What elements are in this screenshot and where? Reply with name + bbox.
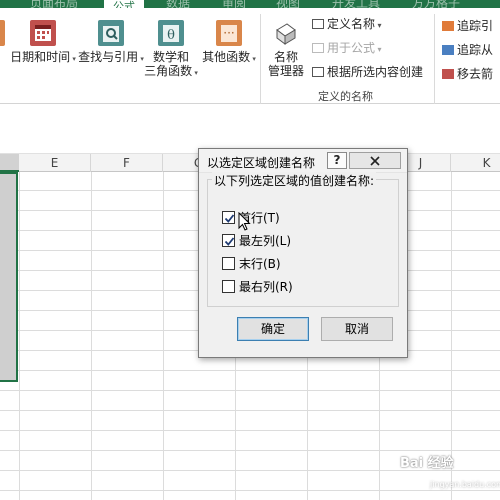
ribbon-tab-strip: 页面布局 公式 数据 审阅 视图 开发工具 方方格子 — [0, 0, 500, 13]
remove-arrows-icon — [442, 69, 454, 79]
options-group: 以下列选定区域的值创建名称: 首行(T) 最左列(L) 末行(B) 最右列(R) — [207, 172, 399, 307]
ribbon-separator — [434, 14, 435, 104]
mouse-cursor-icon — [238, 212, 251, 231]
name-manager-label-line2: 管理器 — [267, 64, 304, 78]
trace-dependents-label: 追踪从 — [457, 43, 494, 57]
defined-names-group-label: 定义的名称 — [318, 90, 373, 103]
options-group-label: 以下列选定区域的值创建名称: — [212, 172, 377, 189]
watermark-logo: Bai 经验 — [400, 456, 454, 471]
name-manager-button[interactable]: 名称 管理器 — [262, 20, 310, 78]
use-in-formula-button[interactable]: 用于公式 ▾ — [312, 40, 382, 58]
left-column-checkbox-row[interactable]: 最左列(L) — [222, 233, 291, 249]
math-label-line1: 数学和 — [152, 50, 189, 64]
define-name-label: 定义名称 — [327, 17, 376, 31]
theta-icon: θ — [158, 20, 184, 46]
svg-text:···: ··· — [223, 26, 234, 40]
bottom-row-checkbox[interactable] — [222, 257, 235, 270]
watermark-url: jingyan.baidu.com — [430, 480, 500, 489]
left-column-label: 最左列(L) — [239, 234, 292, 248]
trace-arrow-icon — [442, 45, 454, 55]
remove-arrows-button[interactable]: 移去箭 — [442, 66, 493, 82]
checkmark-icon — [224, 237, 235, 246]
dialog-title: 以选定区域创建名称 — [207, 156, 316, 170]
create-from-selection-icon — [312, 67, 324, 77]
tag-icon — [312, 19, 324, 29]
right-column-checkbox[interactable] — [222, 280, 235, 293]
right-column-label: 最右列(R) — [239, 280, 293, 294]
column-header-f[interactable]: F — [91, 154, 163, 172]
remove-arrows-label: 移去箭 — [457, 67, 494, 81]
dropdown-arrow-icon: ▾ — [250, 55, 256, 63]
fx-icon — [312, 43, 324, 53]
more-functions-label: 其他函数 — [202, 50, 251, 64]
column-header-k[interactable]: K — [451, 154, 500, 172]
datetime-label: 日期和时间 — [10, 50, 71, 64]
lookup-label: 查找与引用 — [78, 50, 139, 64]
define-name-button[interactable]: 定义名称 ▾ — [312, 16, 382, 34]
dialog-titlebar[interactable]: 以选定区域创建名称 ? — [199, 149, 407, 173]
right-column-checkbox-row[interactable]: 最右列(R) — [222, 279, 293, 295]
more-functions-button[interactable]: ··· 其他函数 ▾ — [200, 20, 258, 66]
function-library-icon — [0, 20, 5, 46]
dropdown-arrow-icon: ▾ — [70, 55, 76, 63]
trace-precedents-label: 追踪引 — [457, 19, 494, 33]
help-button[interactable]: ? — [327, 152, 347, 169]
ribbon-separator — [260, 14, 261, 104]
cancel-button[interactable]: 取消 — [321, 317, 393, 341]
create-names-dialog: 以选定区域创建名称 ? 以下列选定区域的值创建名称: 首行(T) 最左列(L) … — [198, 148, 408, 358]
top-row-checkbox[interactable] — [222, 211, 235, 224]
left-column-checkbox[interactable] — [222, 234, 235, 247]
dropdown-arrow-icon: ▾ — [375, 45, 382, 54]
close-icon — [370, 156, 380, 166]
dropdown-arrow-icon: ▾ — [192, 69, 198, 77]
ribbon: 日期和时间 ▾ 查找与引用 ▾ θ 数学和 三角函数 ▾ ··· 其他函数 ▾ … — [0, 8, 500, 104]
bottom-row-checkbox-row[interactable]: 末行(B) — [222, 256, 281, 272]
close-button[interactable] — [349, 152, 401, 169]
trace-arrow-icon — [442, 21, 454, 31]
column-header-e[interactable]: E — [19, 154, 91, 172]
create-from-selection-button[interactable]: 根据所选内容创建 — [312, 64, 423, 80]
use-in-formula-label: 用于公式 — [327, 41, 376, 55]
dropdown-arrow-icon: ▾ — [375, 21, 382, 30]
math-label-line2: 三角函数 — [144, 64, 193, 78]
ok-button[interactable]: 确定 — [237, 317, 309, 341]
trace-precedents-button[interactable]: 追踪引 — [442, 18, 493, 34]
ribbon-button-partial[interactable] — [0, 20, 8, 50]
name-manager-label-line1: 名称 — [273, 50, 298, 64]
lookup-reference-button[interactable]: 查找与引用 ▾ — [78, 20, 144, 66]
lookup-icon — [98, 20, 124, 46]
calendar-icon — [30, 20, 56, 46]
name-manager-icon — [273, 20, 299, 46]
selected-column-header[interactable] — [0, 154, 19, 172]
create-from-selection-label: 根据所选内容创建 — [327, 65, 424, 79]
more-functions-icon: ··· — [216, 20, 242, 46]
math-trig-button[interactable]: θ 数学和 三角函数 ▾ — [142, 20, 200, 80]
trace-dependents-button[interactable]: 追踪从 — [442, 42, 493, 58]
datetime-button[interactable]: 日期和时间 ▾ — [10, 20, 76, 66]
svg-text:θ: θ — [167, 28, 175, 43]
formula-bar-area — [0, 104, 500, 154]
selected-range[interactable] — [0, 172, 18, 382]
bottom-row-label: 末行(B) — [239, 257, 281, 271]
checkmark-icon — [224, 214, 235, 223]
